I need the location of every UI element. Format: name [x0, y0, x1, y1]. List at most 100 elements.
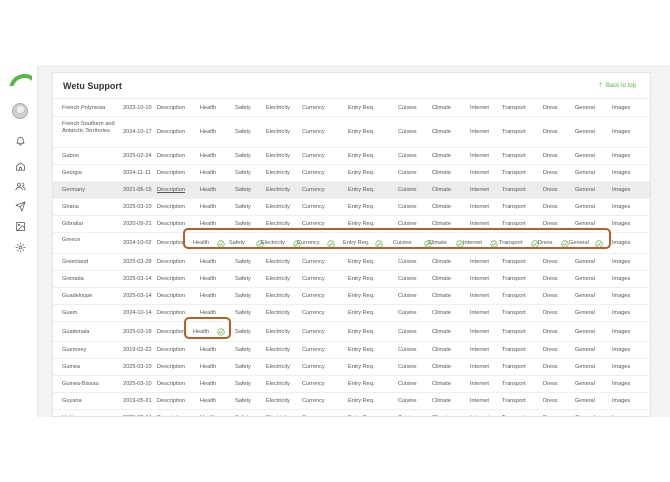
cell-dress[interactable]: Dress [543, 293, 558, 300]
cell-entry[interactable]: Entry Req. [348, 293, 374, 300]
cell-transport[interactable]: Transport [502, 347, 526, 354]
cell-description[interactable]: Description [157, 259, 185, 266]
cell-currency[interactable]: Currency [302, 276, 325, 283]
cell-currency[interactable]: Currency [302, 293, 325, 300]
cell-entry[interactable]: Entry Req. [348, 415, 374, 416]
notification-bell-icon[interactable] [13, 133, 27, 147]
cell-currency[interactable]: Currency [297, 240, 320, 247]
cell-cuisine[interactable]: Cuisine [398, 347, 417, 354]
cell-currency[interactable]: Currency [302, 187, 325, 194]
cell-entry[interactable]: Entry Req. [348, 347, 374, 354]
cell-internet[interactable]: Internet [470, 153, 489, 160]
table-row[interactable]: Guernsey 2019-02-22 Description Health Safet… [53, 342, 650, 359]
cell-electricity[interactable]: Electricity [266, 259, 290, 266]
cell-safety[interactable]: Safety [235, 187, 251, 194]
table-row[interactable]: Guinea 2025-03-10 Description Health Safety E… [53, 359, 650, 376]
table-row[interactable]: Georgia 2024-11-11 Description Health Safety… [53, 165, 650, 182]
cell-safety[interactable]: Safety [235, 105, 251, 112]
cell-images[interactable]: Images [612, 105, 630, 112]
cell-entry[interactable]: Entry Req. [348, 329, 374, 336]
cell-electricity[interactable]: Electricity [266, 310, 290, 317]
cell-transport[interactable]: Transport [502, 381, 526, 388]
cell-currency[interactable]: Currency [302, 310, 325, 317]
cell-health[interactable]: Health [200, 398, 216, 405]
cell-internet[interactable]: Internet [470, 415, 489, 416]
cell-currency[interactable]: Currency [302, 364, 325, 371]
cell-general[interactable]: General [575, 310, 595, 317]
send-icon[interactable] [13, 199, 27, 213]
cell-dress[interactable]: Dress [543, 415, 558, 416]
cell-dress[interactable]: Dress [543, 153, 558, 160]
cell-transport[interactable]: Transport [502, 329, 526, 336]
cell-cuisine[interactable]: Cuisine [398, 170, 417, 177]
cell-general[interactable]: General [575, 415, 595, 416]
cell-internet[interactable]: Internet [470, 187, 489, 194]
cell-currency[interactable]: Currency [302, 259, 325, 266]
cell-cuisine[interactable]: Cuisine [393, 240, 412, 247]
cell-dress[interactable]: Dress [543, 310, 558, 317]
cell-cuisine[interactable]: Cuisine [398, 415, 417, 416]
cell-transport[interactable]: Transport [502, 204, 526, 211]
cell-currency[interactable]: Currency [302, 105, 325, 112]
cell-climate[interactable]: Climate [428, 240, 447, 247]
cell-transport[interactable]: Transport [502, 398, 526, 405]
cell-transport[interactable]: Transport [502, 105, 526, 112]
cell-currency[interactable]: Currency [302, 329, 325, 336]
cell-description[interactable]: Description [157, 398, 185, 405]
cell-climate[interactable]: Climate [432, 153, 451, 160]
cell-climate[interactable]: Climate [432, 170, 451, 177]
cell-cuisine[interactable]: Cuisine [398, 129, 417, 136]
table-row[interactable]: Guam 2024-10-14 Description Health Safety Ele… [53, 305, 650, 322]
gear-icon[interactable] [13, 240, 27, 254]
cell-health[interactable]: Health [200, 170, 216, 177]
cell-health[interactable]: Health [200, 259, 216, 266]
cell-electricity[interactable]: Electricity [266, 153, 290, 160]
cell-currency[interactable]: Currency [302, 347, 325, 354]
cell-images[interactable]: Images [612, 329, 630, 336]
cell-internet[interactable]: Internet [470, 259, 489, 266]
cell-currency[interactable]: Currency [302, 381, 325, 388]
cell-electricity[interactable]: Electricity [261, 240, 285, 247]
table-row[interactable]: French Southern and Antarctic Territorie… [53, 117, 650, 148]
cell-images[interactable]: Images [612, 240, 630, 247]
cell-climate[interactable]: Climate [432, 221, 451, 228]
cell-climate[interactable]: Climate [432, 310, 451, 317]
cell-entry[interactable]: Entry Req. [348, 105, 374, 112]
table-row[interactable]: Greenland 2025-03-28 Description Health Safe… [53, 254, 650, 271]
cell-general[interactable]: General [575, 129, 595, 136]
cell-cuisine[interactable]: Cuisine [398, 105, 417, 112]
cell-images[interactable]: Images [612, 381, 630, 388]
cell-dress[interactable]: Dress [543, 221, 558, 228]
cell-electricity[interactable]: Electricity [266, 347, 290, 354]
cell-general[interactable]: General [575, 347, 595, 354]
cell-cuisine[interactable]: Cuisine [398, 381, 417, 388]
cell-entry[interactable]: Entry Req. [348, 259, 374, 266]
cell-images[interactable]: Images [612, 347, 630, 354]
cell-description[interactable]: Description [157, 204, 185, 211]
cell-dress[interactable]: Dress [543, 187, 558, 194]
cell-general[interactable]: General [575, 364, 595, 371]
cell-cuisine[interactable]: Cuisine [398, 364, 417, 371]
cell-safety[interactable]: Safety [235, 310, 251, 317]
cell-transport[interactable]: Transport [502, 310, 526, 317]
cell-cuisine[interactable]: Cuisine [398, 310, 417, 317]
cell-climate[interactable]: Climate [432, 129, 451, 136]
cell-transport[interactable]: Transport [502, 153, 526, 160]
table-row[interactable]: Guyana 2019-05-21 Description Health Safety E… [53, 393, 650, 410]
cell-health[interactable]: Health [200, 129, 216, 136]
cell-internet[interactable]: Internet [470, 129, 489, 136]
cell-transport[interactable]: Transport [502, 415, 526, 416]
cell-electricity[interactable]: Electricity [266, 381, 290, 388]
cell-internet[interactable]: Internet [470, 364, 489, 371]
cell-entry[interactable]: Entry Req. [348, 310, 374, 317]
cell-entry[interactable]: Entry Req. [348, 381, 374, 388]
cell-images[interactable]: Images [612, 293, 630, 300]
cell-description[interactable]: Description [157, 293, 185, 300]
cell-transport[interactable]: Transport [502, 170, 526, 177]
cell-general[interactable]: General [575, 259, 595, 266]
cell-dress[interactable]: Dress [543, 204, 558, 211]
cell-currency[interactable]: Currency [302, 170, 325, 177]
cell-general[interactable]: General [575, 276, 595, 283]
cell-safety[interactable]: Safety [235, 329, 251, 336]
cell-currency[interactable]: Currency [302, 415, 325, 416]
